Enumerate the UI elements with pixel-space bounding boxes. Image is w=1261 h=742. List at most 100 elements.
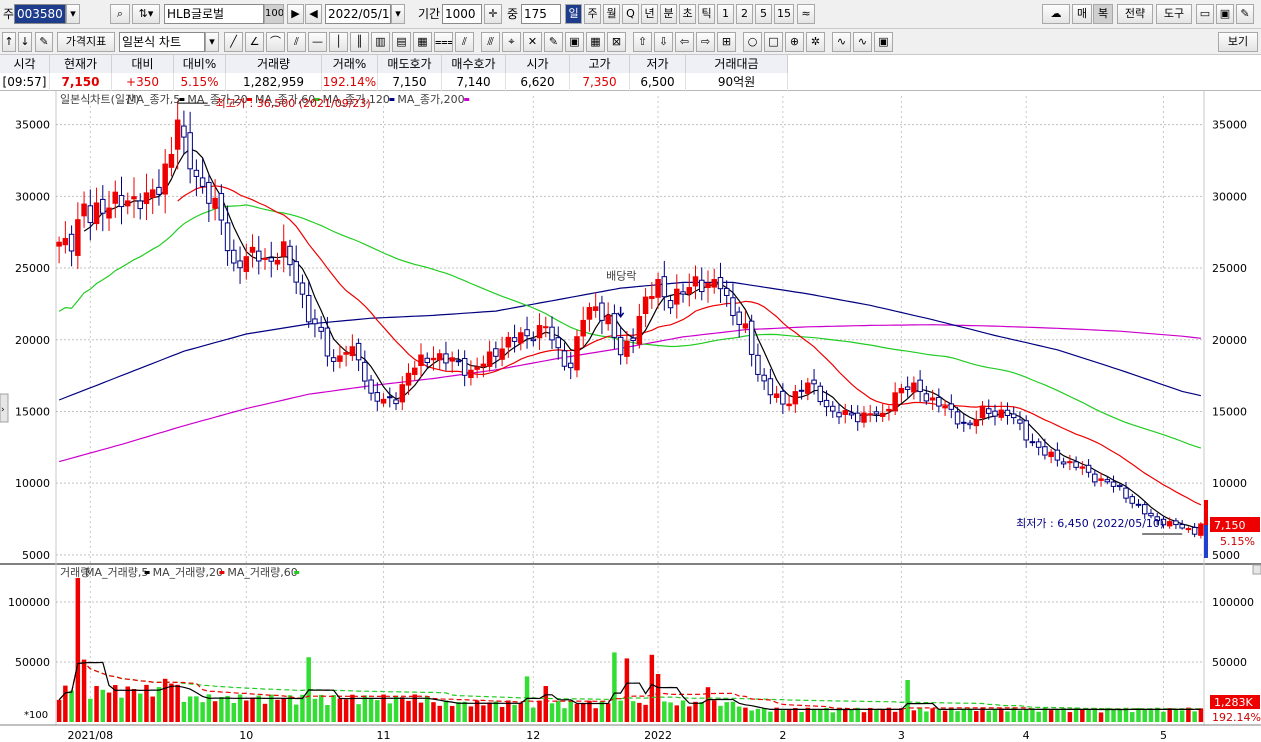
volume-bar <box>811 709 817 722</box>
quote-value: 7,140 <box>442 73 506 91</box>
interval-button[interactable]: 년 <box>641 4 658 24</box>
volume-bar <box>924 711 929 722</box>
quote-value: 7,150 <box>50 73 112 91</box>
fibo-icon[interactable]: ▥ <box>371 32 390 52</box>
interval-button[interactable]: 월 <box>603 4 620 24</box>
box-icon[interactable]: ▦ <box>413 32 432 52</box>
quote-value: [09:57] <box>0 73 50 91</box>
legend-item: MA_거래량,20 <box>153 566 223 579</box>
volume-bar <box>743 707 748 722</box>
folder-icon[interactable]: ▭ <box>1196 4 1214 24</box>
parallel-icon[interactable]: ⫽ <box>455 32 474 52</box>
volume-bar <box>343 699 349 722</box>
volume-bar <box>911 710 917 722</box>
trendline-icon[interactable]: ╱ <box>224 32 243 52</box>
circle-icon[interactable]: ○ <box>743 32 762 52</box>
search-icon[interactable]: ⌕ <box>110 4 130 24</box>
hline-icon[interactable]: — <box>308 32 327 52</box>
cursor-icon[interactable]: ⌖ <box>502 32 521 52</box>
right-icon[interactable]: ⇨ <box>696 32 715 52</box>
save-icon[interactable]: ▣ <box>1216 4 1234 24</box>
interval-button[interactable]: 초 <box>679 4 696 24</box>
volume-bar <box>312 698 318 722</box>
rect-icon[interactable]: □ <box>764 32 783 52</box>
up-icon[interactable]: ⇧ <box>633 32 652 52</box>
volume-bar <box>1179 710 1185 722</box>
interval-button[interactable]: 15 <box>774 4 794 24</box>
edit-icon[interactable]: ✎ <box>35 32 53 52</box>
volume-bar <box>250 697 255 722</box>
quote-header: 대비% <box>174 55 226 73</box>
chart-type-select[interactable]: 일본식 차트 <box>119 32 205 52</box>
volume-bar <box>1130 712 1135 722</box>
angle-icon[interactable]: ∠ <box>245 32 264 52</box>
wrench-icon[interactable]: ✎ <box>1236 4 1254 24</box>
table-icon[interactable]: ▦ <box>586 32 605 52</box>
stock-code-input[interactable]: 003580 <box>14 4 66 24</box>
count-input[interactable]: 175 <box>521 4 561 24</box>
sine-icon[interactable]: ∿ <box>832 32 851 52</box>
stock-chart[interactable]: 5000 500010000 1000015000 1500020000 2000025… <box>0 91 1261 742</box>
zoomin-icon[interactable]: ⊕ <box>785 32 804 52</box>
interval-button[interactable]: 2 <box>736 4 753 24</box>
vline-icon[interactable]: │ <box>329 32 348 52</box>
date-tick: 12 <box>526 729 540 742</box>
volume-bar <box>1173 708 1179 722</box>
export-icon[interactable]: ▣ <box>874 32 893 52</box>
interval-button[interactable]: 1 <box>717 4 734 24</box>
code-dropdown-icon[interactable]: ▾ <box>66 4 80 24</box>
grid-icon[interactable]: ▤ <box>392 32 411 52</box>
volume-bar <box>331 695 336 722</box>
clear-icon[interactable]: ⊠ <box>607 32 626 52</box>
pen-icon[interactable]: ✎ <box>544 32 563 52</box>
period-input[interactable]: 1000 <box>442 4 482 24</box>
toggle-매[interactable]: 매 <box>1072 4 1092 24</box>
down-arrow-icon[interactable]: ↓ <box>18 32 32 52</box>
tools-button[interactable]: 도구 <box>1156 4 1192 24</box>
volume-bar <box>318 694 324 722</box>
pane-maximize-icon[interactable] <box>1252 564 1261 575</box>
expand-icon[interactable]: ✛ <box>484 4 502 24</box>
up-arrow-icon[interactable]: ↑ <box>2 32 16 52</box>
next-arrow-icon[interactable]: ▶ <box>287 4 304 24</box>
strategy-button[interactable]: 전략 <box>1117 4 1153 24</box>
quote-value: +350 <box>112 73 174 91</box>
interval-button[interactable]: 분 <box>660 4 677 24</box>
interval-button[interactable]: Q <box>622 4 639 24</box>
arc-icon[interactable]: ⌒ <box>266 32 285 52</box>
date-dropdown-icon[interactable]: ▾ <box>391 4 405 24</box>
volume-bar <box>899 708 904 722</box>
volume-bar <box>861 712 867 722</box>
toggle-복[interactable]: 복 <box>1093 4 1113 24</box>
stock-name-input[interactable]: HLB글로벌 <box>164 4 264 24</box>
interval-button[interactable]: 5 <box>755 4 772 24</box>
prev-arrow-icon[interactable]: ◀ <box>305 4 322 24</box>
down-icon[interactable]: ⇩ <box>654 32 673 52</box>
interval-button[interactable]: 틱 <box>698 4 715 24</box>
sine2-icon[interactable]: ∿ <box>853 32 872 52</box>
fan-icon[interactable]: ⫽ <box>287 32 306 52</box>
sort-icon[interactable]: ⇅▾ <box>132 4 160 24</box>
date-input[interactable]: 2022/05/12 <box>325 4 391 24</box>
wave-icon[interactable]: ≈ <box>797 4 815 24</box>
interval-button[interactable]: 주 <box>584 4 601 24</box>
market-label: 주 <box>3 7 15 21</box>
volume-bar <box>818 709 823 722</box>
cloud-icon[interactable]: ☁ <box>1042 4 1070 24</box>
chart-type-dropdown-icon[interactable]: ▾ <box>205 32 219 52</box>
delete-icon[interactable]: ✕ <box>523 32 542 52</box>
last-price-label: 7,150 <box>1214 519 1246 532</box>
ratio-box[interactable]: 100 <box>264 4 284 24</box>
cross-icon[interactable]: ⫻ <box>481 32 500 52</box>
zoom-icon[interactable]: ⊞ <box>717 32 736 52</box>
settings-icon[interactable]: ✲ <box>806 32 825 52</box>
interval-button[interactable]: 일 <box>565 4 582 24</box>
volume-bar <box>986 710 991 722</box>
volume-bar <box>287 695 293 722</box>
wave-icon[interactable]: ⩶ <box>434 32 453 52</box>
price-indicator-button[interactable]: 가격지표 <box>57 32 115 52</box>
fill-icon[interactable]: ▣ <box>565 32 584 52</box>
view-button[interactable]: 보기 <box>1218 32 1258 52</box>
left-icon[interactable]: ⇦ <box>675 32 694 52</box>
channel-icon[interactable]: ║ <box>350 32 369 52</box>
